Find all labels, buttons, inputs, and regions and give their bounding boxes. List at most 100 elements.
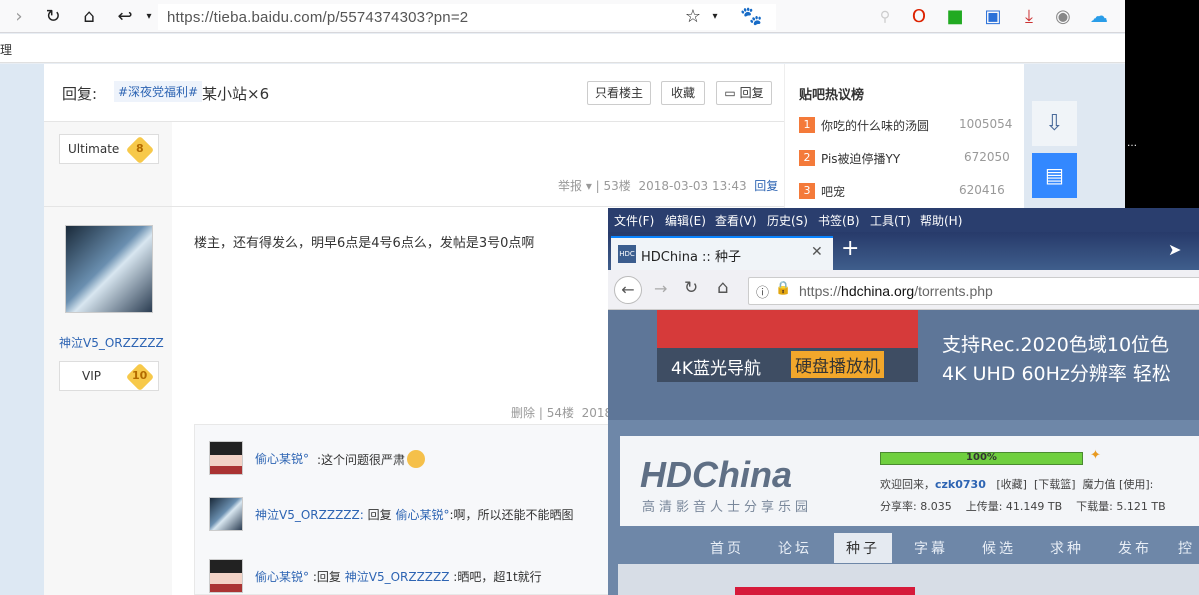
topic-tag[interactable]: #深夜党福利# xyxy=(114,81,203,102)
only-op-button[interactable]: 只看楼主 xyxy=(587,81,651,105)
search-icon[interactable]: ⚲ xyxy=(874,6,896,28)
menu-file[interactable]: 文件(F) xyxy=(614,212,654,229)
nav-torrents[interactable]: 种子 xyxy=(834,533,892,563)
thread-title: 某小站×6 xyxy=(202,85,270,103)
comment-user[interactable]: 偷心某锐° xyxy=(255,450,309,467)
translate-icon[interactable]: ▣ xyxy=(982,6,1004,28)
level-number: 8 xyxy=(136,142,144,155)
commenter-avatar[interactable] xyxy=(209,559,243,593)
ad-banner[interactable]: 4K蓝光导航 硬盘播放机 支持Rec.2020色域10位色 4K UHD 60H… xyxy=(608,310,1199,420)
comment-user[interactable]: 神泣V5_ORZZZZZ: xyxy=(255,508,364,522)
menu-tools[interactable]: 工具(T) xyxy=(870,212,911,229)
content-bar xyxy=(735,587,915,595)
nav-home[interactable]: 首页 xyxy=(710,538,744,558)
nav-control[interactable]: 控 xyxy=(1178,538,1195,558)
nav-forum[interactable]: 论坛 xyxy=(778,538,812,558)
info-icon[interactable]: ⓘ xyxy=(756,282,769,301)
star-icon: ✦ xyxy=(1090,448,1101,463)
menu-help[interactable]: 帮助(H) xyxy=(920,212,962,229)
nav-bar: ← → ↻ ⌂ ⓘ 🔒 https://hdchina.org/torrents… xyxy=(608,270,1199,310)
tab-hdchina[interactable]: HDC HDChina :: 种子 ✕ xyxy=(611,236,833,270)
favorite-button[interactable]: 收藏 xyxy=(661,81,705,105)
new-tab-icon[interactable]: + xyxy=(841,236,859,261)
lock-icon: 🔒 xyxy=(775,281,792,296)
nav-requests[interactable]: 求种 xyxy=(1050,538,1084,558)
reply-target[interactable]: 偷心某锐° xyxy=(395,508,449,522)
username[interactable]: 神泣V5_ORZZZZZ xyxy=(59,334,164,351)
download-icon[interactable]: ⤓ xyxy=(1018,6,1040,28)
menu-edit[interactable]: 编辑(E) xyxy=(665,212,706,229)
reply-label: 回复: xyxy=(62,85,98,103)
bookmark-star-icon[interactable]: ☆ xyxy=(682,6,704,28)
hot-rank: 3 xyxy=(799,183,815,199)
menu-bookmarks[interactable]: 书签(B) xyxy=(818,212,860,229)
avatar[interactable] xyxy=(65,225,153,313)
site-slogan: 高清影音人士分享乐园 xyxy=(642,500,813,515)
bonus-link[interactable]: 魔力值 [使用]: xyxy=(1083,478,1154,491)
left-margin xyxy=(0,64,44,595)
fav-link[interactable]: [收藏] xyxy=(996,478,1027,491)
bookmark-dropdown-icon[interactable]: ▾ xyxy=(704,6,726,28)
hot-item[interactable]: 2 Pis被迫停播YY 672050 xyxy=(799,148,1011,168)
upload-label: 上传量: 41.149 TB xyxy=(965,500,1063,513)
commenter-avatar[interactable] xyxy=(209,441,243,475)
download-app-icon[interactable]: ⇩ xyxy=(1032,101,1077,146)
ad-right1: 支持Rec.2020色域10位色 xyxy=(942,334,1170,356)
delete-link[interactable]: 删除 xyxy=(511,406,535,420)
username-link[interactable]: czk0730 xyxy=(935,478,986,491)
hot-rank: 1 xyxy=(799,117,815,133)
hot-item[interactable]: 1 你吃的什么味的汤圆 1005054 xyxy=(799,115,1013,135)
reply-link[interactable]: 回复 xyxy=(754,179,778,193)
mouse-cursor-icon: ➤ xyxy=(1168,240,1182,259)
favicon-icon: HDC xyxy=(618,245,636,263)
back-icon[interactable]: ← xyxy=(614,276,642,304)
floor-number: 54楼 xyxy=(546,406,574,420)
comment-user[interactable]: 偷心某锐° xyxy=(255,570,309,584)
nav-subtitles[interactable]: 字幕 xyxy=(914,538,948,558)
opera-icon[interactable]: O xyxy=(908,6,930,28)
cloud-icon[interactable]: ☁ xyxy=(1088,6,1110,28)
commenter-avatar[interactable] xyxy=(209,497,243,531)
report-link[interactable]: 举报 xyxy=(558,179,582,193)
evernote-icon[interactable]: ■ xyxy=(944,6,966,28)
badge-label: VIP xyxy=(82,369,101,383)
hot-count: 672050 xyxy=(964,150,1010,164)
nav-candidates[interactable]: 候选 xyxy=(982,538,1016,558)
browser-toolbar: › ↻ ⌂ ↩ ▾ https://tieba.baidu.com/p/5574… xyxy=(0,0,1125,33)
menu-history[interactable]: 历史(S) xyxy=(767,212,808,229)
comment-text: :啊，所以还能不能晒图 xyxy=(449,508,574,522)
chat-icon[interactable]: ▤ xyxy=(1032,153,1077,198)
forward-icon[interactable]: → xyxy=(654,279,667,298)
site-logo[interactable]: HDChina xyxy=(640,454,792,496)
basket-link[interactable]: [下载篮] xyxy=(1034,478,1076,491)
reply-button[interactable]: ▭ 回复 xyxy=(716,81,772,105)
hdchina-window: 文件(F) 编辑(E) 查看(V) 历史(S) 书签(B) 工具(T) 帮助(H… xyxy=(608,208,1199,595)
vip-badge[interactable]: VIP 10 xyxy=(59,361,159,392)
ad-logo-block xyxy=(657,310,918,348)
progress-bar: 100% xyxy=(880,452,1083,465)
user-badge[interactable]: Ultimate 8 xyxy=(59,134,159,165)
bookmark-bar: 理 xyxy=(0,34,1125,63)
hot-item[interactable]: 3 吧宠 620416 xyxy=(799,181,1011,201)
close-tab-icon[interactable]: ✕ xyxy=(811,244,823,260)
bookmark-item[interactable]: 理 xyxy=(0,41,12,58)
home-icon[interactable]: ⌂ xyxy=(78,6,100,28)
hot-label: Pis被迫停播YY xyxy=(821,152,901,166)
home-icon[interactable]: ⌂ xyxy=(717,277,728,298)
reply-target[interactable]: 神泣V5_ORZZZZZ xyxy=(345,570,450,584)
reply-button-label: 回复 xyxy=(739,86,764,100)
nav-upload[interactable]: 发布 xyxy=(1118,538,1152,558)
ratio-label: 分享率: 8.035 xyxy=(880,500,952,513)
back-dropdown-icon[interactable]: ▾ xyxy=(138,6,160,28)
reload-icon[interactable]: ↻ xyxy=(42,6,64,28)
url-bar[interactable]: ⓘ 🔒 https://hdchina.org/torrents.php xyxy=(748,277,1199,305)
baidu-paw-icon[interactable]: 🐾 xyxy=(740,6,762,28)
forward-icon[interactable]: › xyxy=(8,6,30,28)
hot-count: 1005054 xyxy=(959,117,1013,131)
menu-view[interactable]: 查看(V) xyxy=(715,212,757,229)
back-icon[interactable]: ↩ xyxy=(114,6,136,28)
globe-icon[interactable]: ◉ xyxy=(1052,6,1074,28)
reload-icon[interactable]: ↻ xyxy=(684,278,698,298)
site-nav: 首页 论坛 种子 字幕 候选 求种 发布 控 xyxy=(608,530,1199,564)
site-header: HDChina 高清影音人士分享乐园 100% ✦ 欢迎回来，czk0730 [… xyxy=(620,436,1199,526)
